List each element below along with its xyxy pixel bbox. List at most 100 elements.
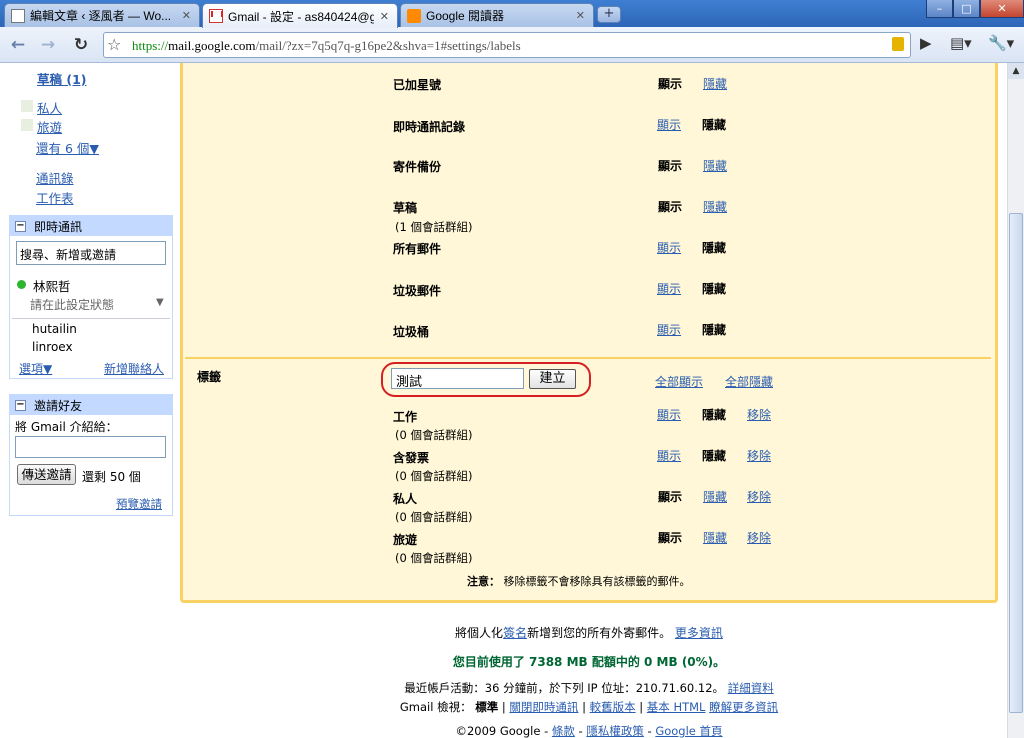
lock-icon[interactable] — [892, 37, 904, 51]
system-label-name: 草稿 — [393, 201, 418, 215]
collapse-icon[interactable]: − — [15, 399, 26, 411]
remove-link[interactable]: 移除 — [747, 488, 771, 505]
chat-contact[interactable]: linroex — [32, 340, 73, 354]
copyright-line: ©2009 Google - 條款 - 隱私權政策 - Google 首頁 — [455, 724, 723, 738]
activity-details-link[interactable]: 詳細資料 — [728, 681, 774, 695]
maximize-button[interactable]: □ — [953, 0, 980, 18]
sidebar-item-contacts[interactable]: 通訊錄 — [36, 168, 74, 187]
labels-section-title: 標籤 — [197, 370, 222, 384]
sidebar-item-label-travel[interactable]: 旅遊 — [37, 117, 62, 136]
copyright-text: ©2009 Google — [455, 724, 541, 738]
wrench-menu-icon[interactable]: 🔧▾ — [988, 34, 1014, 52]
window-close-button[interactable]: ✕ — [980, 0, 1024, 18]
hide-link[interactable]: 隱藏 — [703, 488, 727, 505]
signature-link[interactable]: 簽名 — [503, 626, 527, 640]
show-link[interactable]: 顯示 — [657, 280, 681, 297]
system-label-name: 寄件備份 — [393, 160, 442, 174]
user-label-name: 工作 — [393, 410, 418, 424]
learn-more-link[interactable]: 瞭解更多資訊 — [709, 700, 778, 714]
removal-note: 注意： 移除標籤不會移除具有該標籤的郵件。 — [467, 573, 691, 589]
chat-user-name: 林熙哲 — [33, 279, 71, 294]
label-state-current: 隱藏 — [702, 408, 727, 422]
add-contact-link[interactable]: 新增聯絡人 — [104, 360, 164, 377]
system-label-name: 即時通訊記錄 — [393, 120, 466, 134]
page-menu-icon[interactable]: ▤▾ — [950, 34, 972, 52]
play-icon[interactable]: ▶ — [920, 34, 932, 52]
invite-label: 將 Gmail 介紹給： — [15, 420, 118, 434]
label-color-swatch — [21, 100, 33, 112]
tab-gmail-settings[interactable]: Gmail - 設定 - as840424@g... ✕ — [202, 3, 398, 28]
show-link[interactable]: 顯示 — [657, 406, 681, 423]
browser-tab-strip: 編輯文章 ‹ 逐風者 — Wo... ✕ Gmail - 設定 - as8404… — [0, 0, 1024, 28]
label-color-swatch — [21, 119, 33, 131]
terms-link[interactable]: 條款 — [552, 724, 575, 738]
more-labels-link[interactable]: 還有 6 個▼ — [36, 138, 99, 157]
scrollbar-thumb[interactable] — [1009, 213, 1023, 713]
show-link[interactable]: 顯示 — [657, 116, 681, 133]
view-basic-html-link[interactable]: 基本 HTML — [647, 700, 706, 714]
reload-icon[interactable]: ↻ — [70, 35, 92, 55]
hide-link[interactable]: 隱藏 — [703, 157, 727, 174]
tab-title: Gmail - 設定 - as840424@g... — [228, 9, 374, 24]
chat-panel-title: 即時通訊 — [34, 219, 83, 234]
new-tab-button[interactable]: + — [597, 6, 621, 23]
remove-link[interactable]: 移除 — [747, 447, 771, 464]
hide-all-link[interactable]: 全部隱藏 — [725, 373, 773, 390]
invite-email-input[interactable] — [15, 436, 166, 458]
hide-link[interactable]: 隱藏 — [703, 198, 727, 215]
tab-google-reader[interactable]: Google 閱讀器 ✕ — [400, 3, 594, 27]
sidebar-item-drafts[interactable]: 草稿 (1) — [37, 69, 86, 88]
forward-arrow-icon[interactable]: → — [37, 35, 59, 55]
document-icon — [11, 8, 25, 23]
tab-edit-post[interactable]: 編輯文章 ‹ 逐風者 — Wo... ✕ — [4, 3, 200, 27]
view-old-version-link[interactable]: 較舊版本 — [590, 700, 636, 714]
hide-link[interactable]: 隱藏 — [703, 75, 727, 92]
chat-panel-header[interactable]: − 即時通訊 — [10, 216, 172, 236]
close-icon[interactable]: ✕ — [576, 9, 585, 22]
send-invite-button[interactable]: 傳送邀請 — [17, 464, 76, 485]
sidebar-item-label-private[interactable]: 私人 — [37, 98, 62, 117]
show-link[interactable]: 顯示 — [657, 321, 681, 338]
show-link[interactable]: 顯示 — [657, 239, 681, 256]
label-state-current: 隱藏 — [702, 282, 727, 296]
invite-panel-header[interactable]: − 邀請好友 — [10, 395, 172, 415]
invites-remaining: 還剩 50 個 — [82, 470, 141, 484]
signature-promo-text: 新增到您的所有外寄郵件。 — [527, 626, 672, 640]
bookmark-star-icon[interactable]: ☆ — [107, 35, 121, 54]
chat-contact[interactable]: hutailin — [32, 322, 77, 336]
hide-link[interactable]: 隱藏 — [703, 529, 727, 546]
remove-link[interactable]: 移除 — [747, 406, 771, 423]
label-state-current: 顯示 — [658, 77, 683, 91]
address-bar[interactable]: ☆ https://mail.google.com/mail/?zx=7q5q7… — [103, 32, 911, 58]
conversation-count: (0 個會話群組) — [395, 428, 473, 442]
system-label-name: 所有郵件 — [393, 242, 442, 256]
back-arrow-icon[interactable]: ← — [7, 35, 29, 55]
show-link[interactable]: 顯示 — [657, 447, 681, 464]
remove-link[interactable]: 移除 — [747, 529, 771, 546]
chat-search-input[interactable]: 搜尋、新增或邀請 — [16, 241, 166, 265]
show-all-link[interactable]: 全部顯示 — [655, 373, 703, 390]
note-label: 注意： — [467, 575, 500, 588]
close-icon[interactable]: ✕ — [380, 10, 389, 23]
view-standard: 標準 — [475, 700, 499, 714]
invite-panel-title: 邀請好友 — [34, 398, 83, 413]
preview-invite-link[interactable]: 預覽邀請 — [116, 496, 162, 512]
account-activity: 最近帳戶活動：36 分鐘前，於下列 IP 位址：210.71.60.12。 詳細… — [180, 680, 998, 696]
close-icon[interactable]: ✕ — [182, 9, 191, 22]
label-state-current: 顯示 — [658, 159, 683, 173]
system-label-name: 已加星號 — [393, 78, 442, 92]
sidebar-item-tasks[interactable]: 工作表 — [36, 188, 74, 207]
minimize-button[interactable]: – — [926, 0, 953, 18]
scroll-up-arrow-icon[interactable]: ▲ — [1008, 63, 1024, 79]
privacy-link[interactable]: 隱私權政策 — [586, 724, 644, 738]
page-scrollbar[interactable]: ▲ — [1007, 63, 1024, 738]
status-dropdown-icon[interactable]: ▼ — [156, 297, 164, 308]
chat-options-link[interactable]: 選項▼ — [19, 360, 52, 377]
view-chat-off-link[interactable]: 關閉即時通訊 — [509, 700, 578, 714]
collapse-icon[interactable]: − — [15, 220, 26, 232]
google-home-link[interactable]: Google 首頁 — [655, 724, 722, 738]
more-info-link[interactable]: 更多資訊 — [675, 626, 723, 640]
chat-status-text[interactable]: 請在此設定狀態 — [30, 296, 114, 313]
address-url: https://mail.google.com/mail/?zx=7q5q7q-… — [132, 38, 521, 53]
section-divider — [185, 357, 991, 359]
